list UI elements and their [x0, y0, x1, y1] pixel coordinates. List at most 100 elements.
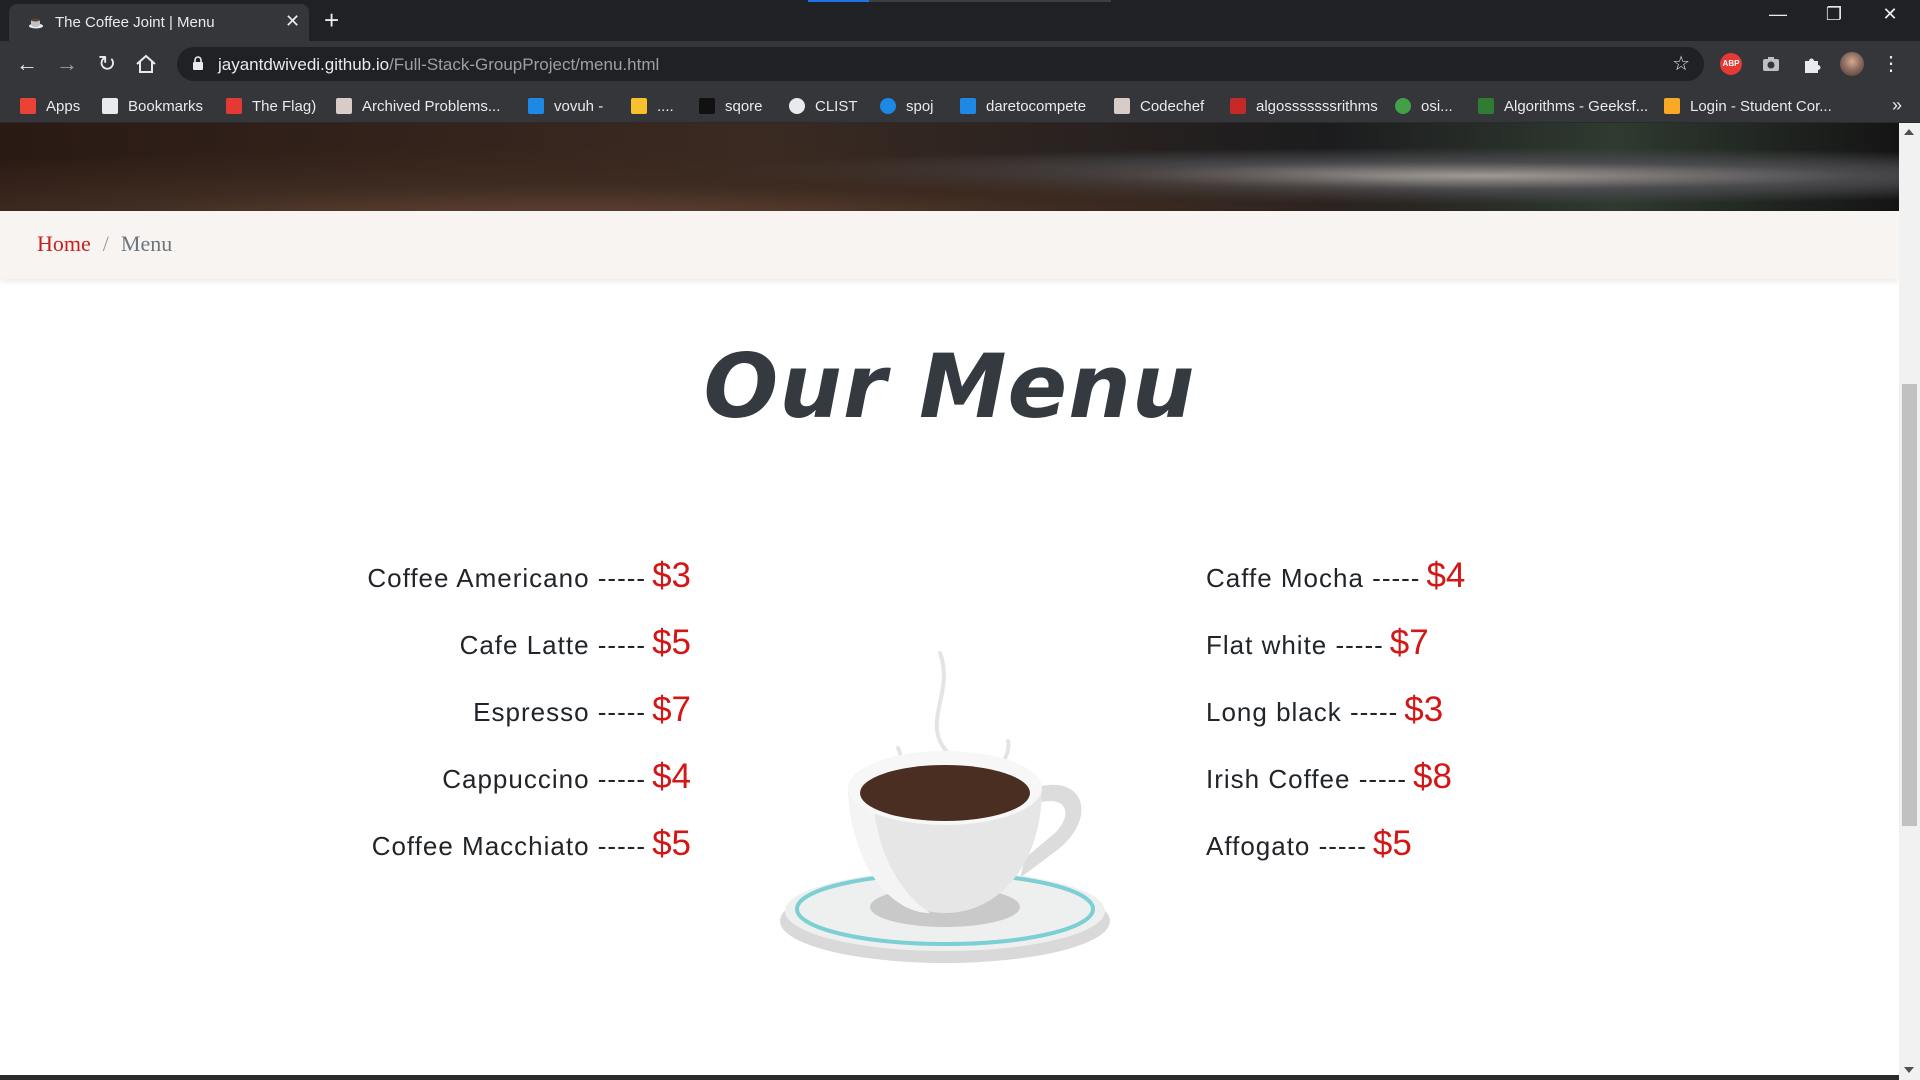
breadcrumb-home-link[interactable]: Home [37, 231, 91, 257]
menu-item-price: $5 [652, 824, 691, 863]
scroll-down-arrow-icon[interactable] [1904, 1067, 1914, 1073]
bookmark-label: Login - Student Cor... [1690, 97, 1832, 115]
archive-icon [336, 98, 352, 114]
menu-item-name: Cafe Latte ----- [459, 630, 647, 660]
menu-item-name: Flat white ----- [1206, 630, 1384, 660]
menu-item: Affogato ----- $5 [1206, 824, 1465, 891]
menu-item: Coffee Macchiato ----- $5 [367, 824, 691, 891]
bookmark-label: .... [657, 97, 674, 115]
spoj-icon [880, 98, 896, 114]
coffee-cup-illustration [780, 651, 1110, 963]
bookmark-star-icon[interactable]: ☆ [1672, 51, 1690, 76]
back-arrow-icon[interactable]: ← [13, 50, 41, 78]
bookmark-label: sqore [725, 97, 763, 115]
menu-item-name: Affogato ----- [1206, 831, 1367, 861]
home-icon[interactable] [135, 54, 157, 74]
profile-avatar[interactable] [1840, 52, 1864, 76]
url-text: jayantdwivedi.github.io/Full-Stack-Group… [218, 55, 660, 74]
coffee-surface [860, 765, 1030, 821]
scroll-up-arrow-icon[interactable] [1904, 129, 1914, 135]
menu-item-price: $8 [1413, 757, 1452, 796]
dare-icon [960, 98, 976, 114]
bookmark-item[interactable]: vovuh - [528, 96, 603, 116]
bookmark-label: CLIST [815, 97, 858, 115]
bookmark-item[interactable]: algosssssssrithms [1230, 96, 1378, 116]
menu-item-name: Irish Coffee ----- [1206, 764, 1407, 794]
bookmarks-overflow-icon[interactable]: » [1892, 95, 1902, 116]
menu-item: Espresso ----- $7 [367, 690, 691, 757]
menu-item-price: $5 [652, 623, 691, 662]
menu-item: Long black ----- $3 [1206, 690, 1465, 757]
close-window-icon[interactable]: ✕ [1866, 4, 1914, 25]
bookmark-label: spoj [906, 97, 934, 115]
bookmark-item[interactable]: Login - Student Cor... [1664, 96, 1832, 116]
menu-item-price: $4 [652, 757, 691, 796]
bookmark-item[interactable]: The Flag) [226, 96, 316, 116]
bookmark-label: The Flag) [252, 97, 317, 115]
menu-item-price: $3 [652, 556, 691, 595]
bookmark-label: Apps [46, 97, 81, 115]
camera-icon[interactable] [1761, 54, 1781, 74]
reload-icon[interactable]: ↻ [93, 50, 121, 78]
menu-item: Coffee Americano ----- $3 [367, 556, 691, 623]
student-icon [1664, 98, 1680, 114]
bookmark-item[interactable]: Codechef [1114, 96, 1204, 116]
vertical-scrollbar[interactable] [1899, 123, 1920, 1080]
menu-item-price: $3 [1404, 690, 1444, 729]
search-q-icon [1230, 98, 1246, 114]
codeforces-icon [528, 98, 544, 114]
menu-item-price: $7 [1389, 623, 1429, 662]
address-bar[interactable]: jayantdwivedi.github.io/Full-Stack-Group… [177, 47, 1704, 81]
menu-item-name: Long black ----- [1206, 697, 1399, 727]
codechef-icon [1114, 98, 1130, 114]
active-tab[interactable]: The Coffee Joint | Menu ✕ [9, 4, 309, 41]
new-tab-button[interactable]: + [324, 6, 339, 34]
gfg-icon [1478, 98, 1494, 114]
tab-close-icon[interactable]: ✕ [285, 11, 300, 31]
bookmark-item[interactable]: Archived Problems... [336, 96, 500, 116]
bookmark-item[interactable]: Algorithms - Geeksf... [1478, 96, 1648, 116]
menu-item-name: Caffe Mocha ----- [1206, 563, 1421, 593]
steam-line [934, 651, 950, 755]
codeforces-icon [631, 98, 647, 114]
bookmark-item[interactable]: sqore [699, 96, 763, 116]
star-icon [102, 98, 118, 114]
extensions-puzzle-icon[interactable] [1801, 53, 1823, 75]
forward-arrow-icon[interactable]: → [53, 50, 81, 78]
sqore-icon [699, 98, 715, 114]
menu-item: Cafe Latte ----- $5 [367, 623, 691, 690]
kebab-menu-icon[interactable]: ⋮ [1881, 50, 1901, 78]
bookmark-item[interactable]: Apps [20, 96, 80, 116]
adblock-icon[interactable]: ABP [1720, 53, 1742, 75]
bookmark-label: algosssssssrithms [1256, 97, 1378, 115]
globe-icon [789, 98, 805, 114]
footer-edge [0, 1075, 1899, 1080]
bookmark-label: Algorithms - Geeksf... [1504, 97, 1649, 115]
tab-divider [869, 0, 1111, 2]
minimize-icon[interactable]: — [1754, 4, 1802, 25]
bookmark-item[interactable]: osi... [1395, 96, 1453, 116]
menu-item: Caffe Mocha ----- $4 [1206, 556, 1465, 623]
menu-item-price: $7 [652, 690, 691, 729]
bookmark-item[interactable]: Bookmarks [102, 96, 203, 116]
bookmark-item[interactable]: CLIST [789, 96, 858, 116]
menu-item: Flat white ----- $7 [1206, 623, 1465, 690]
breadcrumb-current: Menu [120, 231, 173, 256]
menu-item-price: $4 [1426, 556, 1466, 595]
flag-icon [226, 98, 242, 114]
tab-loading-indicator [808, 0, 869, 2]
scrollbar-thumb[interactable] [1902, 384, 1917, 826]
menu-list-right: Caffe Mocha ----- $4 Flat white ----- $7 L… [1206, 556, 1465, 891]
hero-banner-image [0, 123, 1899, 211]
menu-item-name: Coffee Macchiato ----- [371, 831, 647, 861]
menu-item-name: Cappuccino ----- [442, 764, 647, 794]
breadcrumb-bar: Home / Menu [0, 211, 1899, 279]
bookmarks-bar: » Apps Bookmarks The Flag) Archived Problem… [0, 87, 1920, 123]
tab-strip: The Coffee Joint | Menu ✕ + — ❐ ✕ [0, 0, 1920, 41]
bookmark-item[interactable]: daretocompete [960, 96, 1086, 116]
restore-icon[interactable]: ❐ [1810, 4, 1858, 25]
bookmark-item[interactable]: .... [631, 96, 674, 116]
page-title: Our Menu [703, 335, 1196, 438]
bookmark-item[interactable]: spoj [880, 96, 934, 116]
breadcrumb: Home / Menu [37, 231, 172, 257]
